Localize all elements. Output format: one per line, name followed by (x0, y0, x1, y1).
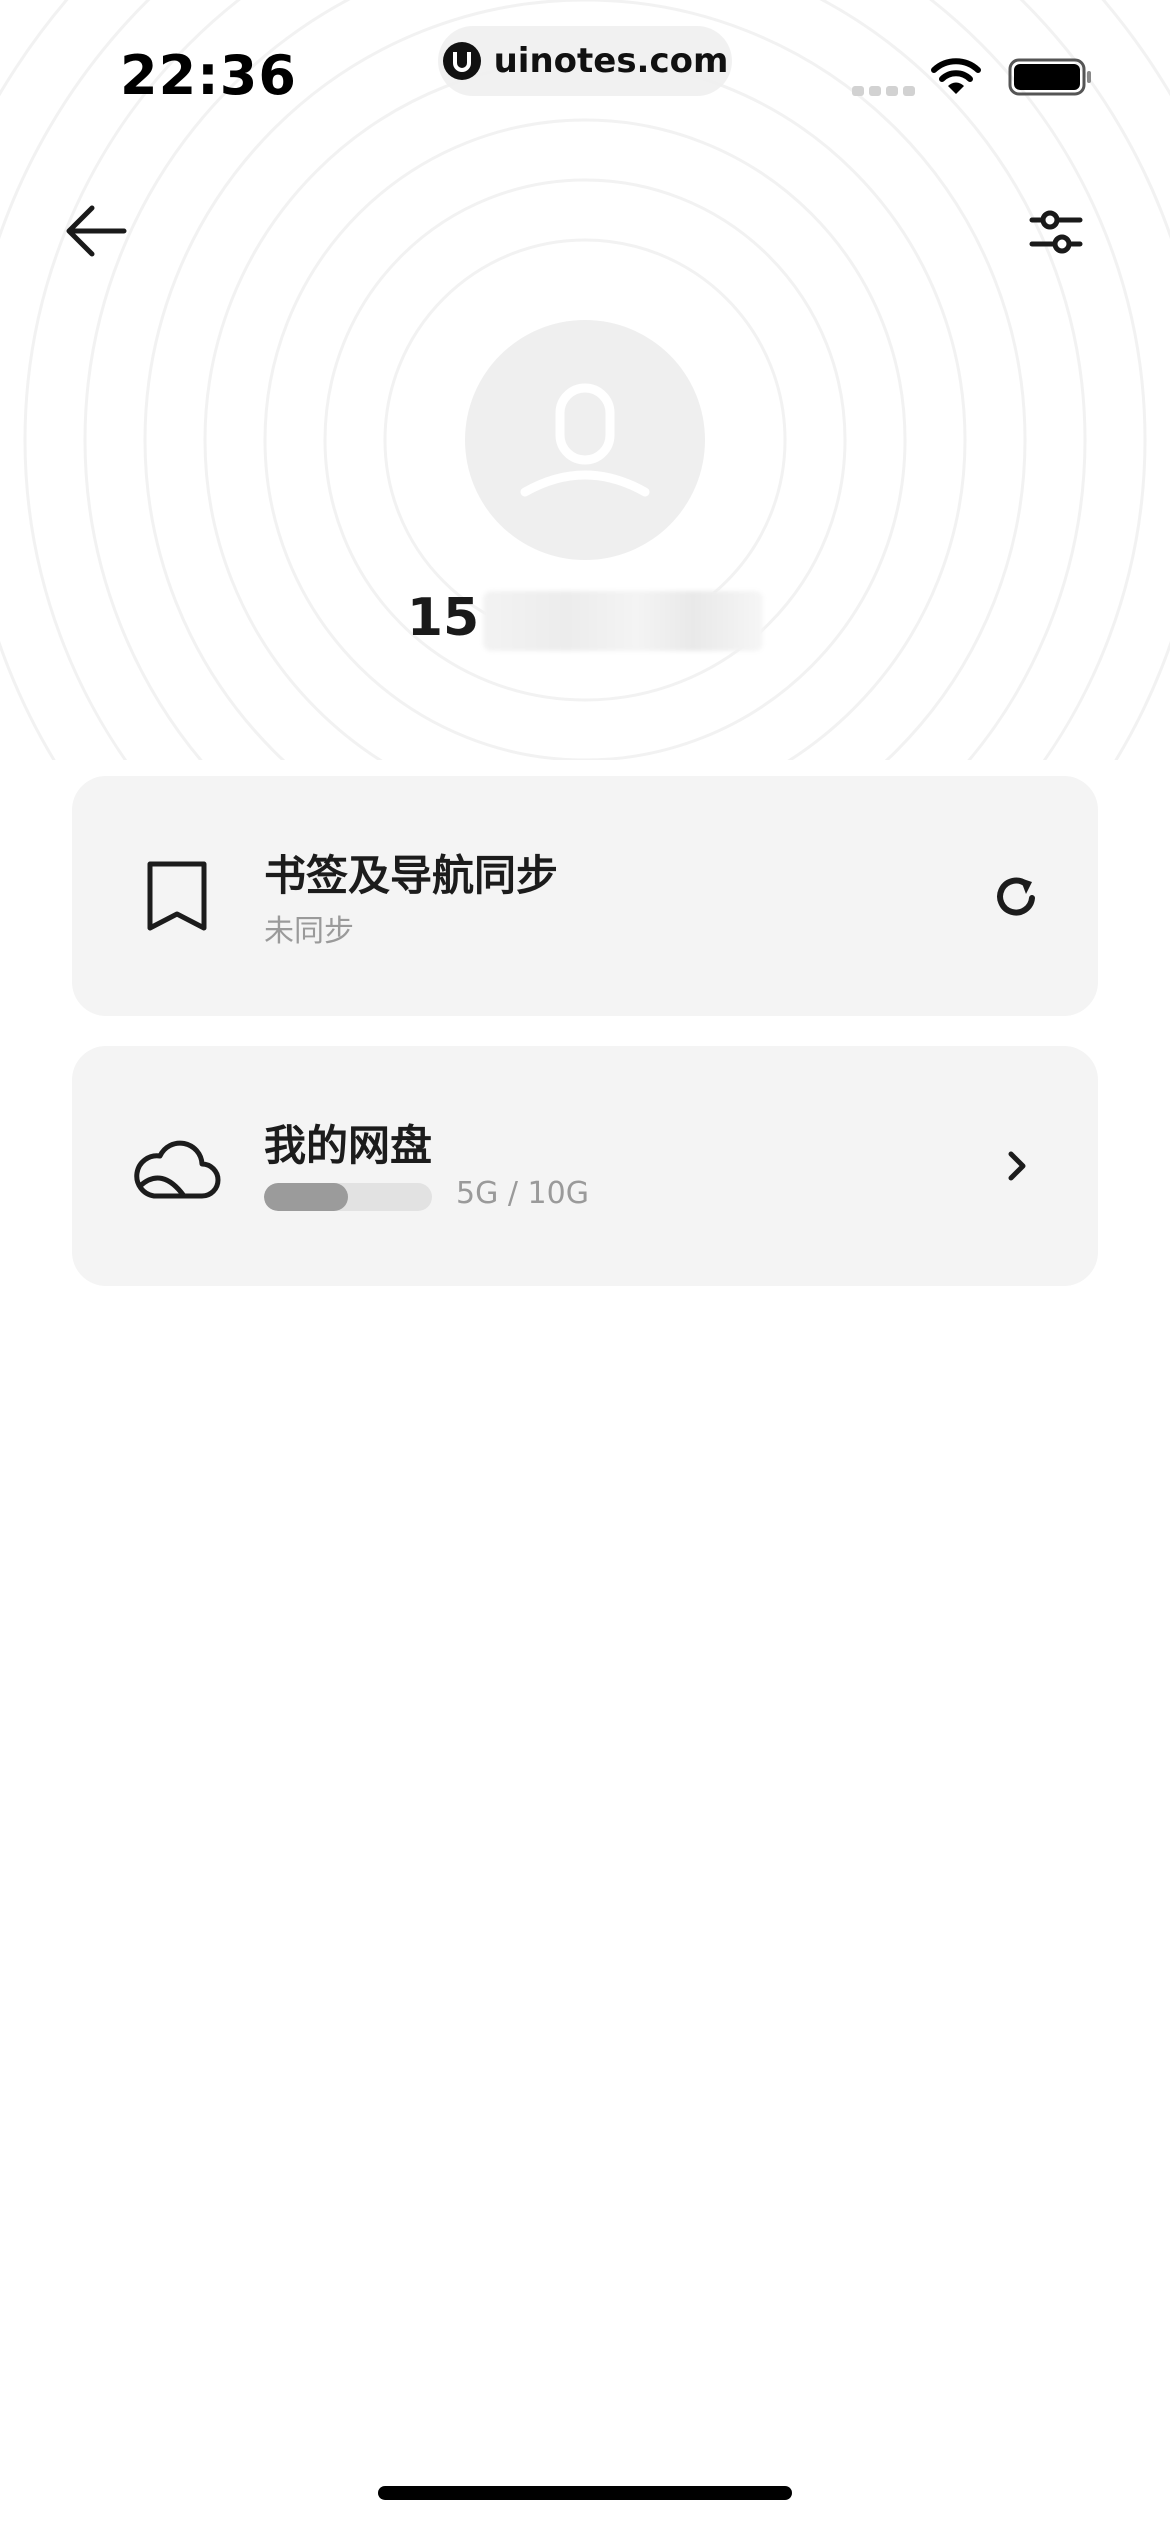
cloud-icon (134, 1140, 221, 1199)
signal-icon (852, 86, 915, 96)
cloud-disk-card[interactable]: 我的网盘 5G / 10G (72, 1046, 1098, 1286)
sync-card[interactable]: 书签及导航同步 未同步 (72, 776, 1098, 1016)
phone-redacted (483, 591, 764, 651)
storage-usage: 5G / 10G (456, 1176, 589, 1211)
chevron-right-icon (1008, 1151, 1026, 1181)
sync-title: 书签及导航同步 (264, 851, 559, 900)
battery-icon (1008, 58, 1091, 96)
user-placeholder-icon (520, 383, 650, 497)
storage-progress-bar (264, 1183, 432, 1211)
settings-sliders-button[interactable] (1020, 196, 1092, 268)
account-phone: 15 (0, 588, 1170, 651)
avatar[interactable] (465, 320, 705, 560)
sliders-icon (1029, 210, 1083, 254)
refresh-icon (997, 877, 1035, 916)
sync-status: 未同步 (264, 914, 354, 949)
home-indicator[interactable] (378, 2486, 792, 2500)
cloud-disk-title: 我的网盘 (264, 1121, 433, 1170)
status-time: 22:36 (120, 44, 297, 107)
bookmark-icon (147, 861, 207, 931)
back-button[interactable] (56, 196, 136, 266)
arrow-left-icon (66, 205, 127, 257)
phone-prefix: 15 (406, 588, 480, 648)
sync-refresh-button[interactable] (984, 864, 1048, 928)
site-logo-icon (442, 42, 481, 80)
site-pill: uinotes.com (438, 26, 732, 96)
cloud-disk-open-button[interactable] (984, 1134, 1048, 1198)
wifi-icon (931, 58, 981, 94)
site-url: uinotes.com (493, 41, 729, 81)
storage-progress-fill (264, 1183, 348, 1211)
